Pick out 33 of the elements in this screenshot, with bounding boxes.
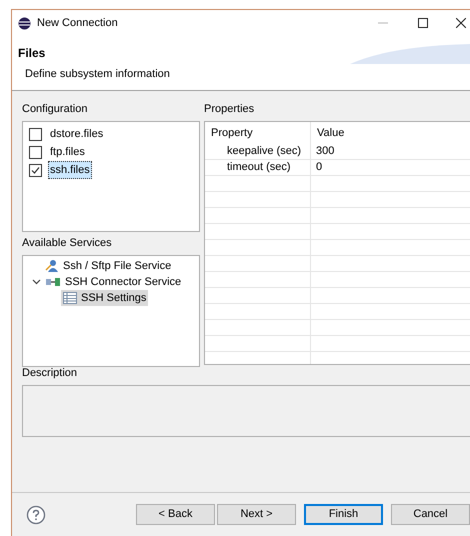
close-icon[interactable] xyxy=(456,18,466,28)
page-subtitle: Define subsystem information xyxy=(25,67,170,82)
tree-item[interactable]: SSH Connector Service xyxy=(65,274,182,290)
section-label: Available Services xyxy=(22,237,113,250)
list-item[interactable]: ssh.files xyxy=(48,160,92,180)
window-title: New Connection xyxy=(37,16,118,31)
dialog-button[interactable]: < Back xyxy=(136,504,215,525)
page-title: Files xyxy=(18,45,46,62)
dialog-button[interactable]: Cancel xyxy=(391,504,470,525)
column-header[interactable]: Property xyxy=(205,122,311,144)
table-icon xyxy=(63,292,77,304)
tree-item[interactable]: Ssh / Sftp File Service xyxy=(63,258,172,274)
chevron-icon[interactable] xyxy=(32,279,40,286)
maximize-icon[interactable] xyxy=(418,18,428,28)
column-header[interactable]: Value xyxy=(311,122,470,144)
list-item[interactable]: ftp.files xyxy=(48,142,87,162)
list-item[interactable]: dstore.files xyxy=(48,124,106,144)
help-icon[interactable] xyxy=(26,504,46,524)
checkbox[interactable] xyxy=(29,128,42,140)
network-user-icon xyxy=(45,259,59,274)
checkbox[interactable] xyxy=(29,164,42,176)
section-label: Configuration xyxy=(22,103,88,116)
table-cell-text: 0 xyxy=(315,160,324,175)
table-cell-text: 300 xyxy=(315,144,336,159)
app-logo-icon xyxy=(18,16,31,30)
plug-connector-icon xyxy=(45,276,61,288)
table-cell: keepalive (sec) xyxy=(205,144,311,159)
section-label: Description xyxy=(22,367,78,380)
checkbox[interactable] xyxy=(29,146,42,158)
section-label: Properties xyxy=(204,103,256,116)
dialog-button[interactable]: Finish xyxy=(304,504,383,525)
dialog-button[interactable]: Next > xyxy=(217,504,296,525)
table-cell: timeout (sec) xyxy=(205,160,311,175)
